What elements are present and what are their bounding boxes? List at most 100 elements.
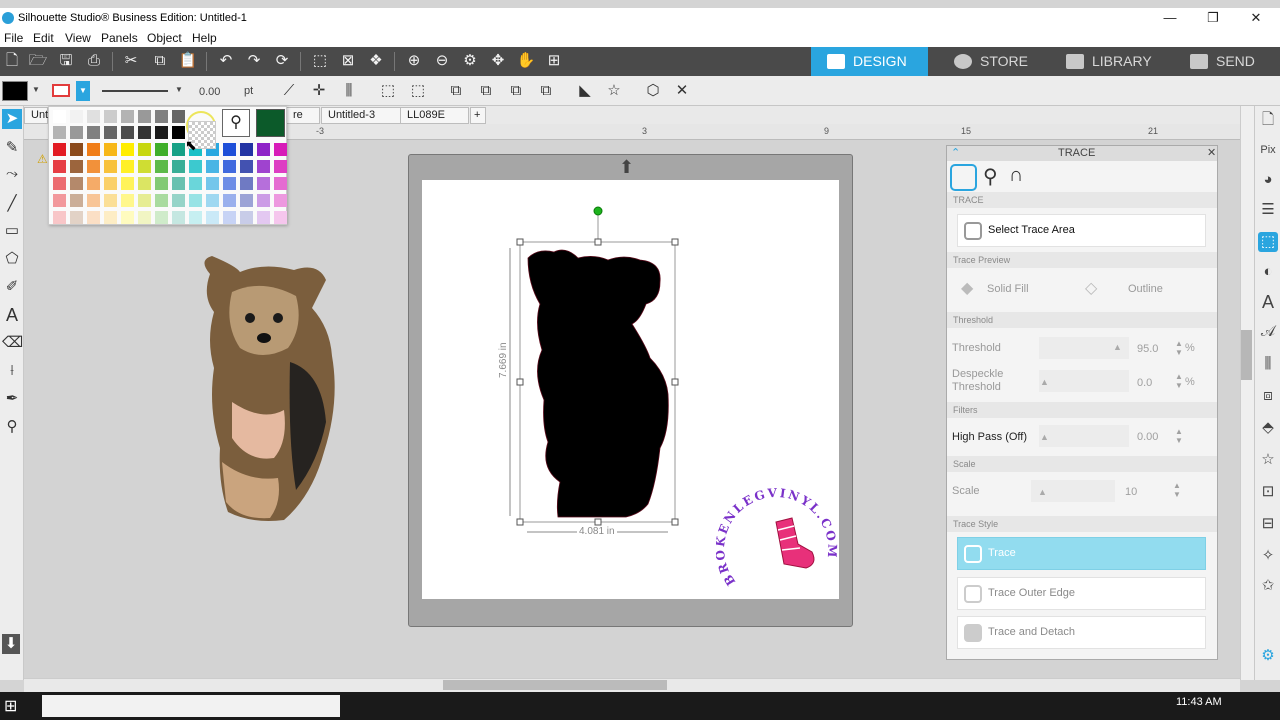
color-swatch[interactable]: [87, 177, 100, 190]
pan-hand-icon[interactable]: ✋: [516, 51, 536, 71]
despeckle-spinner-icon[interactable]: ▲ ▼: [1175, 372, 1183, 390]
color-swatch[interactable]: [172, 143, 185, 156]
fill-color-swatch[interactable]: [2, 81, 28, 101]
color-swatch[interactable]: [121, 143, 134, 156]
gray-swatch[interactable]: [53, 110, 66, 123]
taskbar-search-box[interactable]: [42, 695, 340, 717]
color-swatch[interactable]: [70, 143, 83, 156]
color-swatch[interactable]: [104, 143, 117, 156]
line-width-value[interactable]: 0.00: [199, 86, 220, 98]
color-swatch[interactable]: [240, 160, 253, 173]
color-swatch[interactable]: [70, 160, 83, 173]
color-swatch[interactable]: [274, 160, 287, 173]
menu-file[interactable]: File: [4, 31, 23, 45]
fit-page-icon[interactable]: ⊞: [544, 51, 564, 71]
panel-close-icon[interactable]: ✕: [1207, 146, 1216, 159]
color-swatch[interactable]: [223, 160, 236, 173]
trace-and-detach-button[interactable]: Trace and Detach: [957, 616, 1206, 649]
eraser-icon[interactable]: ◣: [575, 81, 595, 101]
star-rhinestone-icon[interactable]: ✩: [1258, 576, 1278, 596]
gray-swatch[interactable]: [70, 110, 83, 123]
pen-tool-icon[interactable]: ✒: [2, 389, 22, 409]
color-swatch[interactable]: [206, 194, 219, 207]
color-swatch[interactable]: [240, 194, 253, 207]
solid-fill-button[interactable]: ◆ Solid Fill: [957, 274, 1077, 304]
color-swatch[interactable]: [53, 177, 66, 190]
trace-eyedropper-icon[interactable]: ⚲: [983, 164, 998, 189]
ungroup-objects-icon[interactable]: ⬚: [408, 81, 428, 101]
color-swatch[interactable]: [257, 211, 270, 224]
high-pass-slider-thumb[interactable]: ▲: [1040, 432, 1049, 442]
offset-icon[interactable]: ⊡: [1258, 482, 1278, 502]
color-swatch[interactable]: [257, 160, 270, 173]
group-icon[interactable]: ❖: [366, 51, 386, 71]
color-swatch[interactable]: [172, 177, 185, 190]
sketch-icon[interactable]: ✧: [1258, 546, 1278, 566]
menu-object[interactable]: Object: [147, 31, 182, 45]
undo-icon[interactable]: ↶: [216, 51, 236, 71]
text-style-icon[interactable]: A: [1258, 292, 1278, 312]
gray-swatch[interactable]: [70, 126, 83, 139]
color-swatch[interactable]: [172, 160, 185, 173]
page-setup-icon[interactable]: 🗋: [1258, 110, 1278, 130]
contrast-icon[interactable]: ◐: [1258, 262, 1278, 282]
color-swatch[interactable]: [104, 194, 117, 207]
color-swatch[interactable]: [206, 211, 219, 224]
color-swatch[interactable]: [70, 194, 83, 207]
print-icon[interactable]: ⎙: [84, 51, 104, 71]
color-swatch[interactable]: [240, 177, 253, 190]
color-swatch[interactable]: [223, 177, 236, 190]
color-swatch[interactable]: [53, 160, 66, 173]
tab-store[interactable]: STORE: [938, 47, 1044, 76]
text-to-path-icon[interactable]: 𝒜: [1258, 322, 1278, 342]
color-swatch[interactable]: [121, 194, 134, 207]
copy-icon[interactable]: ⧉: [150, 51, 170, 71]
color-swatch[interactable]: [121, 160, 134, 173]
transform-icon[interactable]: ✛: [309, 81, 329, 101]
line-draw-icon[interactable]: ╱: [2, 194, 22, 214]
high-pass-value[interactable]: 0.00: [1137, 431, 1158, 443]
menu-edit[interactable]: Edit: [33, 31, 54, 45]
rectangle-tool-icon[interactable]: ▭: [2, 221, 22, 241]
knife-tool-icon[interactable]: ⟊: [2, 361, 22, 381]
color-swatch[interactable]: [240, 211, 253, 224]
eyedropper-picker-icon[interactable]: ⚲: [222, 109, 250, 137]
color-swatch[interactable]: [155, 160, 168, 173]
send-back-icon[interactable]: ⧉: [476, 81, 496, 101]
3d-box-icon[interactable]: ⬡: [643, 81, 663, 101]
bring-front-icon[interactable]: ⧉: [506, 81, 526, 101]
color-swatch[interactable]: [70, 211, 83, 224]
gray-swatch[interactable]: [172, 126, 185, 139]
horizontal-scroll-thumb[interactable]: [443, 680, 667, 690]
color-swatch[interactable]: [104, 160, 117, 173]
color-swatch[interactable]: [53, 143, 66, 156]
modify-icon[interactable]: ☆: [1258, 450, 1278, 470]
menu-view[interactable]: View: [65, 31, 91, 45]
gray-swatch[interactable]: [104, 126, 117, 139]
color-swatch[interactable]: [257, 177, 270, 190]
gray-swatch[interactable]: [53, 126, 66, 139]
color-swatch[interactable]: [155, 211, 168, 224]
gray-swatch[interactable]: [121, 126, 134, 139]
color-swatch[interactable]: [257, 143, 270, 156]
color-swatch[interactable]: [104, 211, 117, 224]
scale-slider-thumb[interactable]: ▲: [1038, 487, 1047, 497]
move-icon[interactable]: ✥: [488, 51, 508, 71]
menu-help[interactable]: Help: [192, 31, 217, 45]
redraw-icon[interactable]: ⟳: [272, 51, 292, 71]
pixscan-icon[interactable]: Pix: [1258, 140, 1278, 160]
eyedropper-tool-icon[interactable]: ⚲: [2, 417, 22, 437]
send-backward-icon[interactable]: ⧉: [536, 81, 556, 101]
menu-panels[interactable]: Panels: [101, 31, 138, 45]
color-swatch[interactable]: [87, 211, 100, 224]
color-swatch[interactable]: [274, 194, 287, 207]
trace-magnet-icon[interactable]: ∩: [1009, 164, 1023, 187]
color-swatch[interactable]: [138, 211, 151, 224]
zoom-out-icon[interactable]: ⊖: [432, 51, 452, 71]
color-swatch[interactable]: [189, 177, 202, 190]
traced-silhouette-selection[interactable]: [500, 204, 690, 549]
eraser-tool-icon[interactable]: ⌫: [2, 333, 23, 353]
vertical-scroll-thumb[interactable]: [1241, 330, 1252, 380]
color-swatch[interactable]: [189, 211, 202, 224]
trace-mode-icon[interactable]: [950, 164, 977, 191]
